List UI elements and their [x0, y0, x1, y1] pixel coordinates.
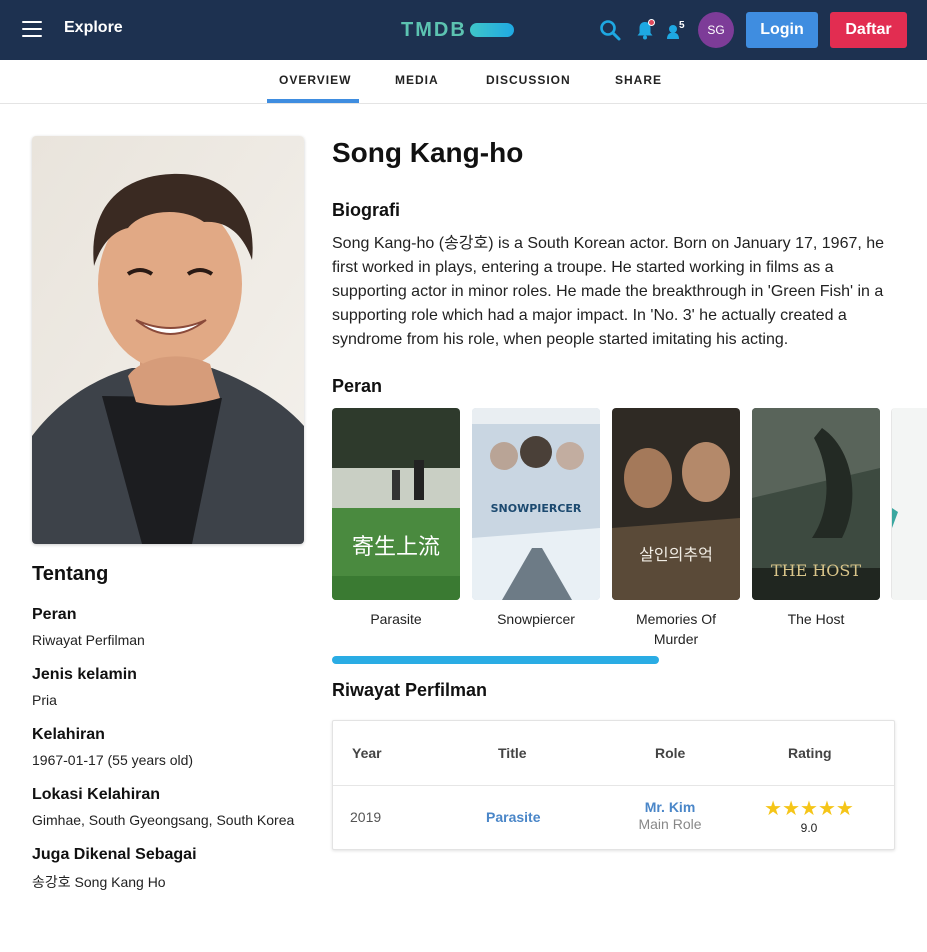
cast-card-parasite[interactable]: 寄生上流 Parasite — [332, 408, 460, 629]
cell-character[interactable]: Mr. Kim — [628, 799, 712, 815]
table-row-divider — [333, 785, 894, 786]
register-button[interactable]: Daftar — [830, 12, 907, 48]
hamburger-menu-icon[interactable] — [22, 21, 42, 37]
logo-pill-shape — [469, 23, 514, 37]
star-icon: ★ — [800, 798, 818, 820]
cast-card-memories-of-murder[interactable]: 살인의추억 Memories Of Murder — [612, 408, 740, 649]
fact-value-role: Riwayat Perfilman — [32, 632, 145, 648]
cell-rating-value: 9.0 — [800, 821, 818, 835]
cast-title-the-host[interactable]: The Host — [752, 609, 880, 629]
star-icon: ★ — [782, 798, 801, 820]
logo-text: TMDB — [401, 18, 467, 41]
search-icon[interactable] — [598, 18, 622, 42]
tab-discussion[interactable]: DISCUSSION — [486, 73, 571, 87]
cast-title-memories-of-murder[interactable]: Memories Of Murder — [612, 609, 740, 649]
profile-photo — [32, 136, 304, 544]
top-navbar: Explore TMDB 5 SG Login Daftar — [0, 0, 927, 60]
poster-text-parasite: 寄生上流 — [352, 535, 440, 560]
column-header-year: Year — [352, 745, 382, 761]
poster-parasite[interactable]: 寄生上流 — [332, 408, 460, 600]
cast-title: Peran — [332, 376, 383, 396]
tab-media[interactable]: MEDIA — [395, 73, 439, 87]
explore-link[interactable]: Explore — [64, 19, 123, 37]
cast-scrollbar[interactable] — [332, 656, 659, 664]
poster-text-the-host: THE HOST — [771, 561, 861, 580]
star-icon: ★ — [764, 798, 783, 820]
star-icon: ★ — [835, 798, 854, 820]
fact-value-birthplace: Gimhae, South Gyeongsang, South Korea — [32, 812, 295, 828]
cast-card-snowpiercer[interactable]: SNOWPIERCER Snowpiercer — [472, 408, 600, 629]
tmdb-logo[interactable]: TMDB — [401, 18, 514, 42]
cell-role-type: Main Role — [638, 816, 702, 832]
fact-label-birthday: Kelahiran — [32, 726, 105, 743]
star-rating: ★★★★★ — [757, 799, 861, 819]
poster-the-host[interactable]: THE HOST — [752, 408, 880, 600]
cast-title-parasite[interactable]: Parasite — [332, 609, 460, 629]
column-header-title: Title — [498, 745, 527, 761]
notification-dot — [648, 19, 655, 26]
cast-card-the-host[interactable]: THE HOST The Host — [752, 408, 880, 629]
column-header-role: Role — [655, 745, 686, 761]
section-tabs: OVERVIEW MEDIA DISCUSSION SHARE — [0, 60, 927, 104]
biography-text: Song Kang-ho (송강호) is a South Korean act… — [332, 235, 885, 348]
fact-label-aka: Juga Dikenal Sebagai — [32, 846, 197, 863]
poster-text-snowpiercer: SNOWPIERCER — [491, 502, 582, 515]
cell-title-link[interactable]: Parasite — [486, 809, 540, 825]
column-header-rating: Rating — [788, 745, 832, 761]
fact-label-birthplace: Lokasi Kelahiran — [32, 786, 161, 803]
about-title: Tentang — [32, 563, 109, 585]
fact-value-aka: 송강호 Song Kang Ho — [32, 874, 166, 890]
poster-snowpiercer[interactable]: SNOWPIERCER — [472, 408, 600, 600]
tab-share[interactable]: SHARE — [615, 73, 662, 87]
filmography-table: Year Title Role Rating 2019 Parasite Mr.… — [332, 720, 895, 850]
user-avatar[interactable]: SG — [698, 12, 734, 48]
cast-title-snowpiercer[interactable]: Snowpiercer — [472, 609, 600, 629]
star-icon: ★ — [817, 798, 836, 820]
bell-icon[interactable] — [633, 18, 657, 42]
fact-label-gender: Jenis kelamin — [32, 666, 137, 683]
poster-text-memories-of-murder: 살인의추억 — [639, 545, 713, 564]
tab-overview[interactable]: OVERVIEW — [279, 73, 351, 87]
login-button[interactable]: Login — [746, 12, 818, 48]
notification-count: 5 — [679, 20, 685, 31]
biography-title: Biografi — [332, 200, 401, 220]
person-name: Song Kang-ho — [332, 137, 524, 168]
active-tab-indicator — [267, 99, 359, 103]
filmography-title: Riwayat Perfilman — [332, 680, 488, 700]
fact-value-birthday: 1967-01-17 (55 years old) — [32, 752, 194, 768]
poster-memories-of-murder[interactable]: 살인의추억 — [612, 408, 740, 600]
cell-year: 2019 — [350, 809, 382, 825]
notification-badge-icon[interactable]: 5 — [665, 18, 689, 42]
fact-value-gender: Pria — [32, 692, 57, 708]
fact-label-role: Peran — [32, 606, 77, 623]
cast-card-partial[interactable] — [891, 408, 927, 600]
